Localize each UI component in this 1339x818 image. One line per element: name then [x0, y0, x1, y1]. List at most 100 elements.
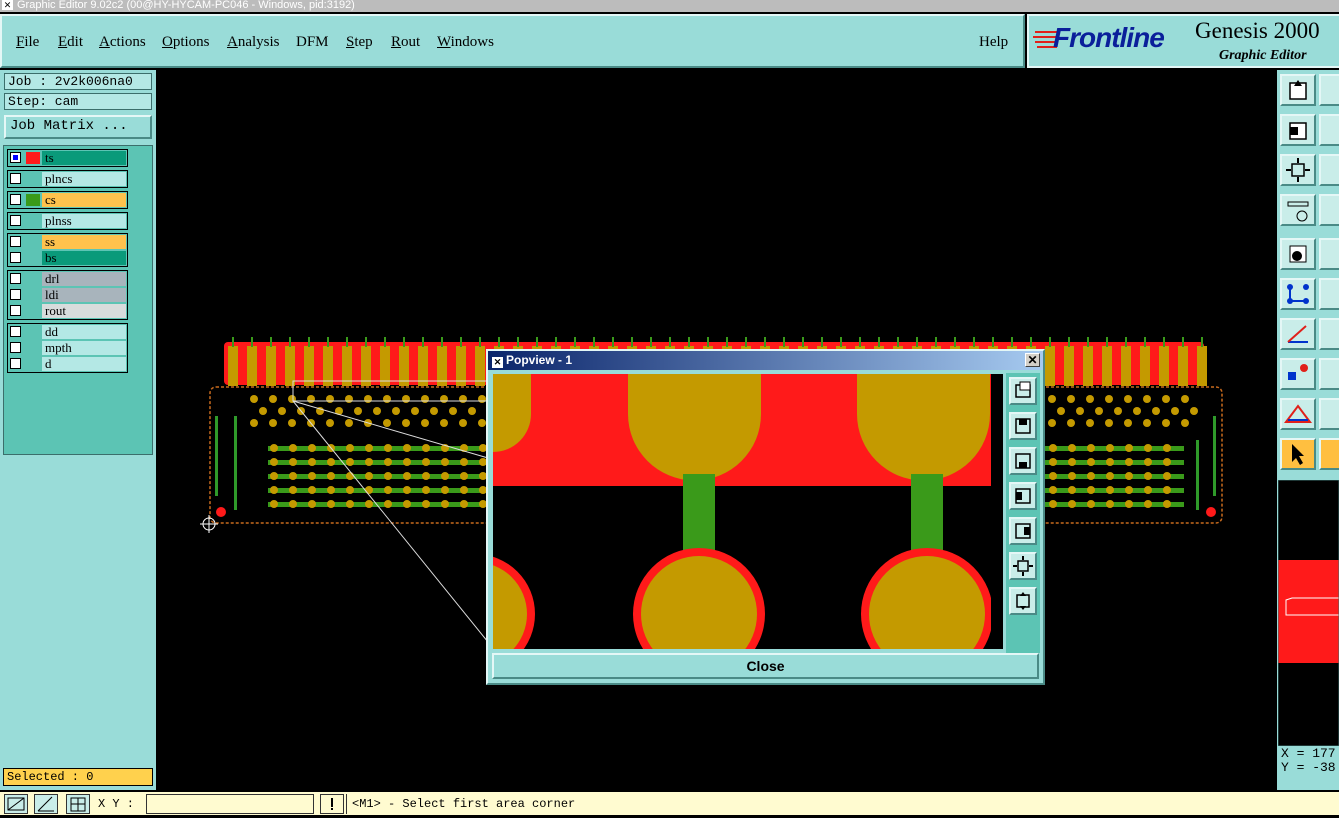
trace-pad — [289, 444, 297, 452]
connect-icon[interactable] — [1280, 278, 1316, 310]
layer-row-plnss[interactable]: plnss — [8, 213, 127, 229]
overview-map[interactable] — [1278, 480, 1339, 746]
menu-dfm[interactable]: DFM — [296, 34, 329, 51]
via-pad — [1181, 395, 1189, 403]
layer-checkbox[interactable] — [10, 342, 21, 353]
finger-tab — [574, 337, 576, 347]
grid-icon[interactable] — [1319, 194, 1339, 226]
menu-file[interactable]: File — [16, 34, 39, 51]
angle-icon[interactable] — [1280, 318, 1316, 350]
zoom-mode-icon[interactable] — [4, 794, 28, 814]
layer-name: plnss — [42, 214, 126, 228]
zoom-out-icon[interactable] — [1319, 74, 1339, 106]
job-matrix-button[interactable]: Job Matrix ... — [4, 115, 152, 139]
pan-left-icon[interactable] — [1009, 482, 1037, 510]
pan-down-icon[interactable] — [1009, 447, 1037, 475]
via-pad — [1162, 419, 1170, 427]
pan-right-icon[interactable] — [1009, 517, 1037, 545]
finger-tab — [346, 337, 348, 347]
layer-checkbox[interactable] — [10, 236, 21, 247]
trace-pad — [1163, 444, 1171, 452]
layer-row-mpth[interactable]: mpth — [8, 340, 127, 356]
via-pad — [402, 419, 410, 427]
trace-pad — [1144, 500, 1152, 508]
layer-row-dd[interactable]: dd — [8, 324, 127, 340]
finger-tab — [422, 337, 424, 347]
snap-icon[interactable] — [1280, 358, 1316, 390]
trace-pad — [1068, 500, 1076, 508]
trace-pad — [270, 500, 278, 508]
layer-row-cs[interactable]: cs — [8, 192, 127, 208]
gold-finger — [456, 346, 466, 386]
layer-checkbox[interactable] — [10, 252, 21, 263]
line-tool-icon[interactable] — [1319, 358, 1339, 390]
zoom-in-icon[interactable] — [1280, 74, 1316, 106]
menu-windows[interactable]: Windows — [437, 34, 494, 51]
menu-actions[interactable]: Actions — [99, 34, 146, 51]
layer-checkbox[interactable] — [10, 289, 21, 300]
select-box-icon[interactable] — [1319, 438, 1339, 470]
layer-checkbox[interactable] — [10, 194, 21, 205]
alert-icon[interactable] — [320, 794, 344, 814]
menu-step[interactable]: Step — [346, 34, 373, 51]
measure-icon[interactable] — [1280, 398, 1316, 430]
layer-checkbox[interactable] — [10, 273, 21, 284]
layer-row-drl[interactable]: drl — [8, 271, 127, 287]
popview-canvas[interactable] — [493, 374, 1003, 649]
draw-line-icon[interactable] — [1319, 238, 1339, 270]
layer-row-ss[interactable]: ss — [8, 234, 127, 250]
gold-finger — [475, 346, 485, 386]
layer-checkbox[interactable] — [10, 215, 21, 226]
menu-edit[interactable]: Edit — [58, 34, 83, 51]
trace-pad — [403, 500, 411, 508]
layer-row-ldi[interactable]: ldi — [8, 287, 127, 303]
menu-rout[interactable]: Rout — [391, 34, 420, 51]
trace-pad — [1163, 486, 1171, 494]
fit-icon[interactable] — [1280, 114, 1316, 146]
settings-icon[interactable] — [1280, 194, 1316, 226]
layer-checkbox[interactable] — [10, 173, 21, 184]
trace-pad — [441, 486, 449, 494]
trace-pad — [327, 458, 335, 466]
menu-help[interactable]: Help — [979, 34, 1008, 51]
zoom-window-icon[interactable] — [1009, 377, 1037, 405]
trace-pad — [422, 458, 430, 466]
zoom-fit-icon[interactable] — [1319, 154, 1339, 186]
menu-analysis[interactable]: Analysis — [227, 34, 280, 51]
add-pad-icon[interactable] — [1280, 238, 1316, 270]
layer-row-ts[interactable]: ts — [8, 150, 127, 166]
layer-row-rout[interactable]: rout — [8, 303, 127, 319]
via-pad — [307, 395, 315, 403]
pan-icon[interactable] — [1319, 114, 1339, 146]
layer-checkbox[interactable] — [10, 358, 21, 369]
grid-mode-icon[interactable] — [66, 794, 90, 814]
layer-name: ss — [42, 235, 126, 249]
finger-tab — [479, 337, 481, 347]
zoom-fit-icon[interactable] — [1009, 552, 1037, 580]
layer-checkbox[interactable] — [10, 152, 21, 163]
coord-y: Y = -38 — [1281, 760, 1336, 775]
finger-tab — [1144, 337, 1146, 347]
layer-checkbox[interactable] — [10, 305, 21, 316]
popview-close-icon[interactable]: ✕ — [1025, 353, 1040, 367]
layer-name: cs — [42, 193, 126, 207]
pan-up-icon[interactable] — [1009, 412, 1037, 440]
angle-mode-icon[interactable] — [34, 794, 58, 814]
arc-icon[interactable] — [1319, 398, 1339, 430]
gold-finger — [342, 346, 352, 386]
layer-row-bs[interactable]: bs — [8, 250, 127, 266]
layer-row-d[interactable]: d — [8, 356, 127, 372]
trace-pad — [308, 444, 316, 452]
layer-checkbox[interactable] — [10, 326, 21, 337]
finger-tab — [498, 337, 500, 347]
zoom-home-icon[interactable] — [1009, 587, 1037, 615]
zoom-fit-icon[interactable] — [1280, 154, 1316, 186]
line-icon[interactable] — [1319, 318, 1339, 350]
trace-pad — [460, 472, 468, 480]
menu-options[interactable]: Options — [162, 34, 210, 51]
select-arrow-icon[interactable] — [1280, 438, 1316, 470]
cross-icon[interactable] — [1319, 278, 1339, 310]
layer-row-plncs[interactable]: plncs — [8, 171, 127, 187]
xy-input[interactable] — [146, 794, 314, 814]
popview-close-button[interactable]: Close — [492, 653, 1039, 679]
